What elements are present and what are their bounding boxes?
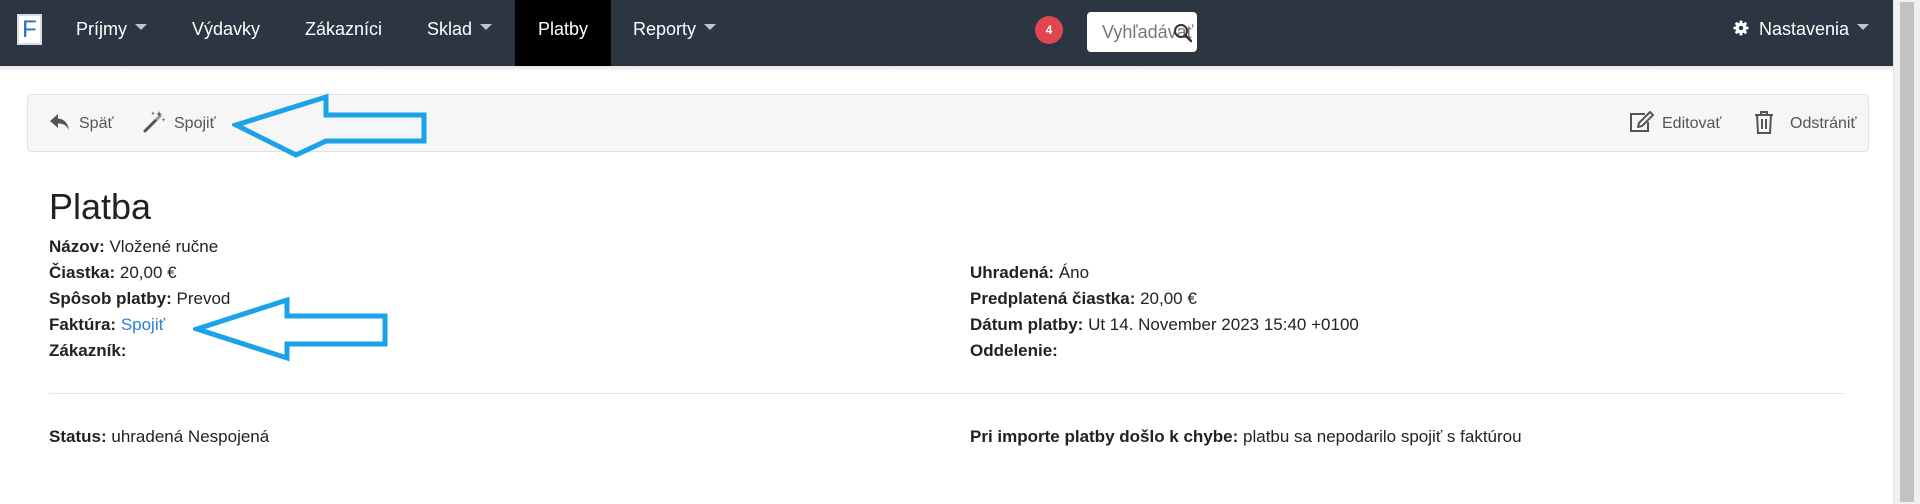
field-prepaid-amount: Predplatená čiastka: 20,00 € [970,289,1197,309]
field-paid: Uhradená: Áno [970,263,1089,283]
edit-icon [1630,110,1654,132]
field-label: Predplatená čiastka: [970,289,1136,308]
field-value: 20,00 € [119,263,177,282]
field-status: Status: uhradená Nespojená [49,427,269,447]
chevron-down-icon [704,24,717,31]
top-navbar: F Príjmy Výdavky Zákazníci Sklad Platby … [0,0,1893,67]
error-value: platbu sa nepodarilo spojiť s faktúrou [1243,427,1522,446]
field-label: Čiastka: [49,263,116,282]
field-payment-method: Spôsob platby: Prevod [49,289,230,309]
field-label: Spôsob platby: [49,289,172,308]
field-amount: Čiastka: 20,00 € [49,263,177,283]
annotation-arrow-icon [232,93,427,158]
nav-item-sklad[interactable]: Sklad [410,0,509,66]
search-icon[interactable] [1173,23,1193,43]
field-label: Dátum platby: [970,315,1084,334]
status-value: uhradená Nespojená [111,427,270,446]
notification-badge[interactable]: 4 [1035,16,1063,44]
delete-label: Odstrániť [1790,115,1857,132]
nav-item-vydavky[interactable]: Výdavky [175,0,277,66]
reply-arrow-icon [50,113,69,130]
field-invoice: Faktúra: Spojiť [49,315,165,335]
edit-label: Editovať [1662,115,1722,132]
nav-item-platby[interactable]: Platby [515,0,611,66]
settings-menu[interactable]: Nastavenia [1733,0,1870,66]
field-department: Oddelenie: [970,341,1058,361]
field-value: Áno [1058,263,1090,282]
search-box [1087,12,1197,52]
nav-item-label: Platby [537,19,589,39]
field-label: Zákazník: [49,341,127,360]
field-value: Vložené ručne [109,237,219,256]
field-label: Oddelenie: [970,341,1058,360]
magic-wand-icon [143,110,166,133]
chevron-down-icon [1857,24,1870,31]
delete-button[interactable]: Odstrániť [1752,95,1856,153]
nav-item-reporty[interactable]: Reporty [616,0,733,66]
field-label: Pri importe platby došlo k chybe: [970,427,1239,446]
settings-label: Nastavenia [1759,19,1850,39]
nav-item-label: Reporty [633,19,697,39]
field-label: Uhradená: [970,263,1055,282]
nav-item-zakaznici[interactable]: Zákazníci [288,0,399,66]
vertical-scrollbar[interactable] [1893,0,1920,504]
content-shadow [0,66,1893,72]
nav-item-label: Príjmy [76,19,127,39]
invoice-connect-link[interactable]: Spojiť [121,315,165,334]
chevron-down-icon [480,24,493,31]
trash-icon [1755,110,1773,134]
gear-icon [1733,20,1749,36]
field-value: 20,00 € [1140,289,1197,308]
connect-label: Spojiť [174,115,216,132]
field-name: Názov: Vložené ručne [49,237,218,257]
field-import-error: Pri importe platby došlo k chybe: platbu… [970,427,1522,447]
nav-item-label: Výdavky [192,19,261,39]
field-customer: Zákazník: [49,341,126,361]
field-value: Prevod [176,289,231,308]
page-title: Platba [49,186,152,227]
back-label: Späť [79,115,114,132]
field-label: Názov: [49,237,105,256]
app-logo[interactable]: F [17,14,42,45]
connect-button[interactable]: Spojiť [142,95,216,153]
section-divider [49,393,1844,394]
field-label: Faktúra: [49,315,117,334]
nav-item-prijmy[interactable]: Príjmy [59,0,164,66]
back-button[interactable]: Späť [49,95,113,153]
nav-item-label: Sklad [427,19,473,39]
edit-button[interactable]: Editovať [1628,95,1721,153]
scrollbar-thumb[interactable] [1900,2,1914,502]
field-value: Ut 14. November 2023 15:40 +0100 [1088,315,1359,334]
nav-item-label: Zákazníci [305,19,383,39]
field-payment-date: Dátum platby: Ut 14. November 2023 15:40… [970,315,1359,335]
field-label: Status: [49,427,107,446]
chevron-down-icon [135,24,147,31]
